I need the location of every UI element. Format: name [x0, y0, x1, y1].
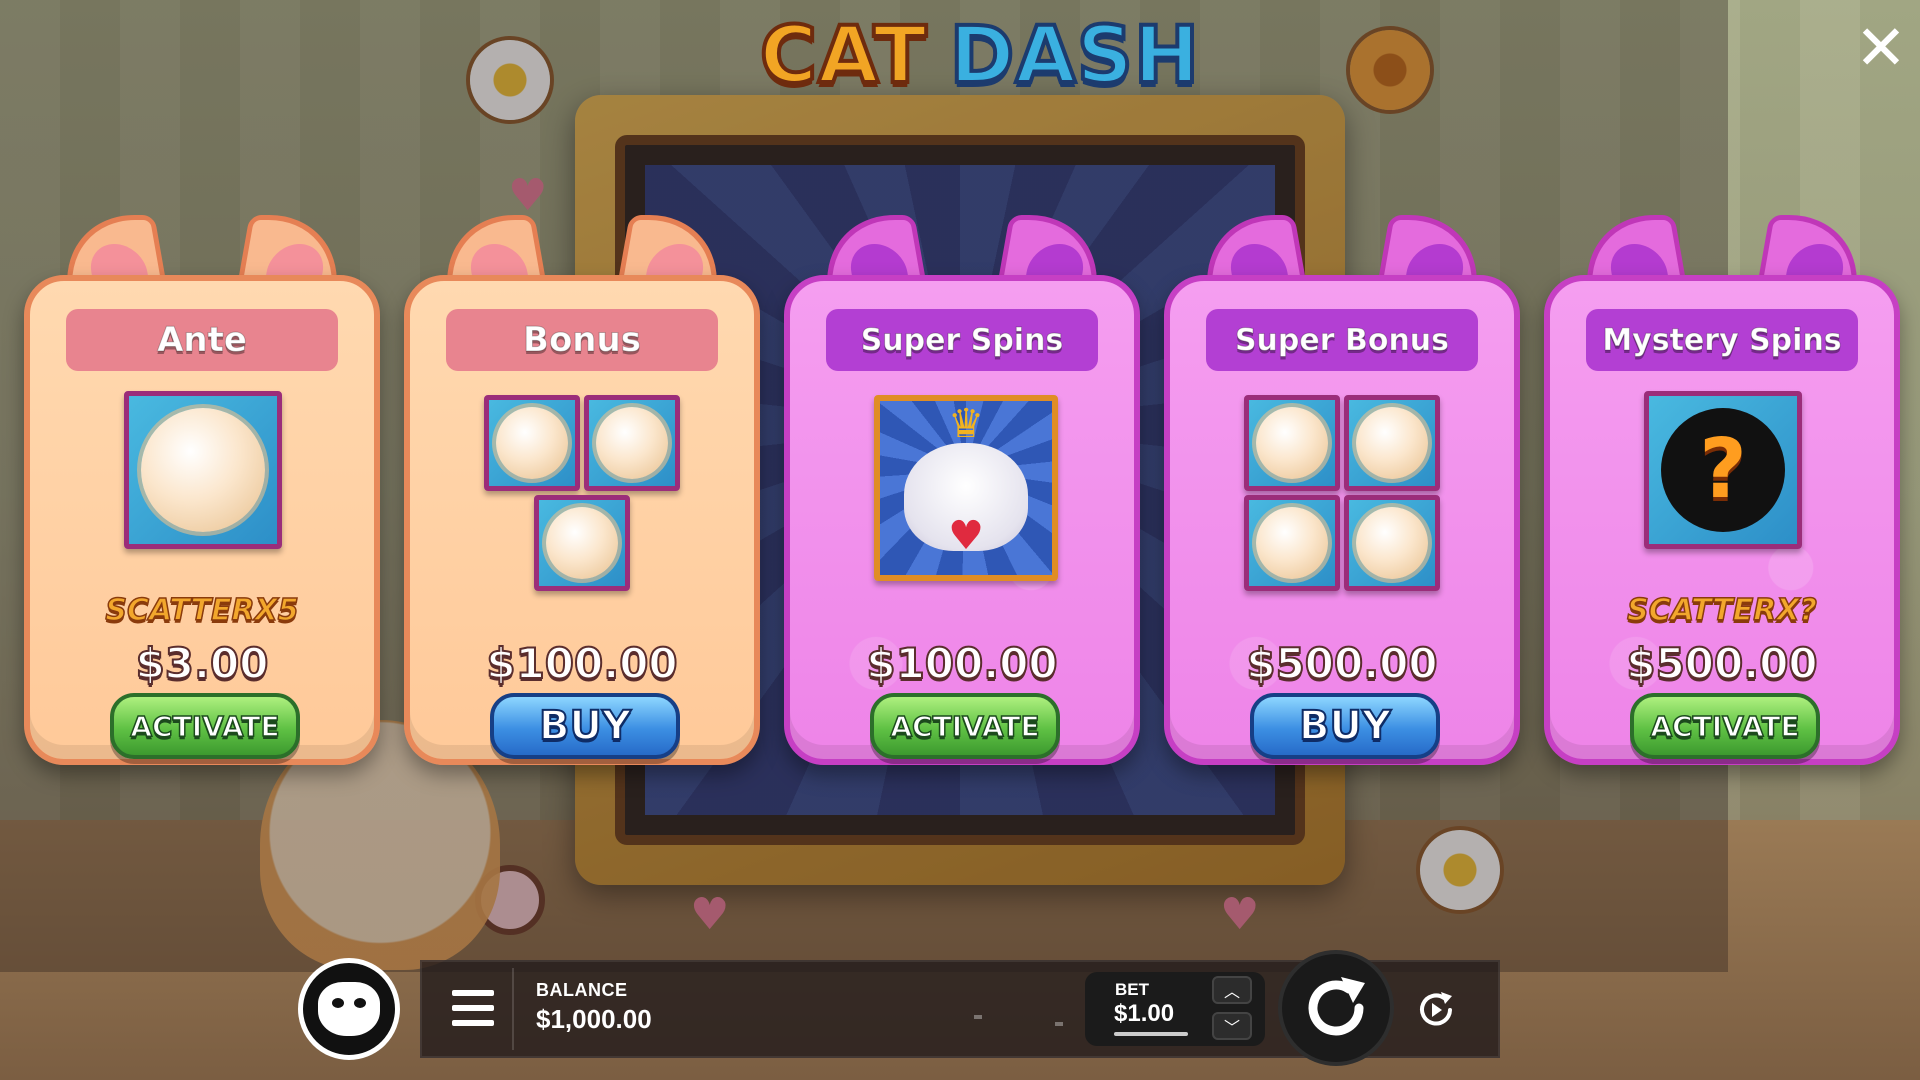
autoplay-button[interactable]	[1412, 986, 1460, 1034]
feature-card-super-spins: Super Spins ♛ ♥ $100.00 ACTIVATE	[784, 215, 1140, 765]
card-price: $100.00	[865, 638, 1058, 689]
card-title: Super Spins	[826, 309, 1098, 371]
feature-card-bonus: Bonus $100.00 BUY	[404, 215, 760, 765]
card-title: Super Bonus	[1206, 309, 1478, 371]
feature-cards: Ante SCATTERX5 $3.00 ACTIVATE Bonus $100…	[24, 215, 1904, 775]
heart-pendant-icon: ♥	[948, 512, 984, 559]
scatter-symbol-tile	[1344, 395, 1440, 491]
mystery-symbol-tile: ?	[1644, 391, 1802, 549]
card-symbols	[1170, 391, 1514, 591]
buy-button[interactable]: BUY	[490, 693, 680, 759]
scatter-symbol-tile	[534, 495, 630, 591]
activate-button[interactable]: ACTIVATE	[110, 693, 300, 759]
scatter-symbol-tile	[1244, 395, 1340, 491]
logo-word-dash: DASH	[948, 9, 1202, 103]
fluff-ball-icon	[1255, 506, 1329, 580]
game-logo: CAT DASH	[720, 6, 1240, 106]
feature-card-mystery-spins: Mystery Spins ? SCATTERX? $500.00 ACTIVA…	[1544, 215, 1900, 765]
close-icon: ✕	[1855, 11, 1907, 84]
card-price: $100.00	[485, 638, 678, 689]
fluff-ball-icon	[140, 407, 266, 533]
activate-button[interactable]: ACTIVATE	[1630, 693, 1820, 759]
divider	[512, 968, 514, 1050]
card-title: Mystery Spins	[1586, 309, 1858, 371]
card-price: $500.00	[1625, 638, 1818, 689]
card-body: Super Spins ♛ ♥ $100.00 ACTIVATE	[784, 275, 1140, 765]
scatter-symbol-tile	[1344, 495, 1440, 591]
hamburger-menu-icon	[452, 990, 494, 996]
scatter-symbol-tile	[584, 395, 680, 491]
scatter-multiplier-label: SCATTERX5	[105, 592, 300, 629]
bet-underline	[1114, 1032, 1188, 1036]
fluff-ball-icon	[545, 506, 619, 580]
fluff-ball-icon	[1355, 406, 1429, 480]
fluff-ball-icon	[595, 406, 669, 480]
chevron-down-icon: ﹀	[1223, 1018, 1240, 1037]
autoplay-icon	[1420, 992, 1452, 1026]
card-price: $3.00	[135, 638, 270, 689]
buy-button[interactable]: BUY	[1250, 693, 1440, 759]
card-body: Super Bonus $500.00 BUY	[1164, 275, 1520, 765]
spin-arrow-icon	[1308, 977, 1365, 1036]
activate-button[interactable]: ACTIVATE	[870, 693, 1060, 759]
fluff-ball-icon	[1355, 506, 1429, 580]
menu-button[interactable]	[452, 990, 494, 1026]
card-symbols: ♛ ♥	[790, 391, 1134, 591]
fluff-ball-icon	[495, 406, 569, 480]
card-price: $500.00	[1245, 638, 1438, 689]
scatter-multiplier-label: SCATTERX?	[1626, 592, 1817, 629]
bet-label: BET	[1115, 980, 1149, 999]
card-symbols	[30, 391, 374, 591]
divider	[974, 1015, 982, 1019]
card-symbols: ?	[1550, 391, 1894, 591]
close-button[interactable]: ✕	[1853, 11, 1909, 84]
king-cat-symbol-tile: ♛ ♥	[874, 395, 1058, 581]
logo-word-cat: CAT	[758, 9, 929, 103]
feature-card-super-bonus: Super Bonus $500.00 BUY	[1164, 215, 1520, 765]
card-title: Ante	[66, 309, 338, 371]
scatter-symbol-tile	[1244, 495, 1340, 591]
mystery-ball-icon: ?	[1660, 407, 1786, 533]
balance-label: BALANCE	[536, 980, 628, 1000]
scatter-symbol-tile	[124, 391, 282, 549]
card-body: Ante SCATTERX5 $3.00 ACTIVATE	[24, 275, 380, 765]
balance-value: $1,000.00	[536, 1004, 652, 1034]
chevron-up-icon: ︿	[1223, 982, 1240, 1001]
feature-card-ante: Ante SCATTERX5 $3.00 ACTIVATE	[24, 215, 380, 765]
scatter-symbol-tile	[484, 395, 580, 491]
card-title: Bonus	[446, 309, 718, 371]
bet-increase-button[interactable]: ︿	[1212, 976, 1252, 1004]
divider	[1055, 1022, 1063, 1026]
gorilla-icon	[318, 982, 380, 1036]
card-symbols	[410, 391, 754, 591]
card-body: Bonus $100.00 BUY	[404, 275, 760, 765]
fluff-ball-icon	[1255, 406, 1329, 480]
spin-button[interactable]	[1278, 950, 1394, 1066]
crown-icon: ♛	[948, 401, 984, 448]
card-body: Mystery Spins ? SCATTERX? $500.00 ACTIVA…	[1544, 275, 1900, 765]
bet-value: $1.00	[1114, 1000, 1175, 1027]
bet-decrease-button[interactable]: ﹀	[1212, 1012, 1252, 1040]
studio-logo	[298, 958, 400, 1060]
